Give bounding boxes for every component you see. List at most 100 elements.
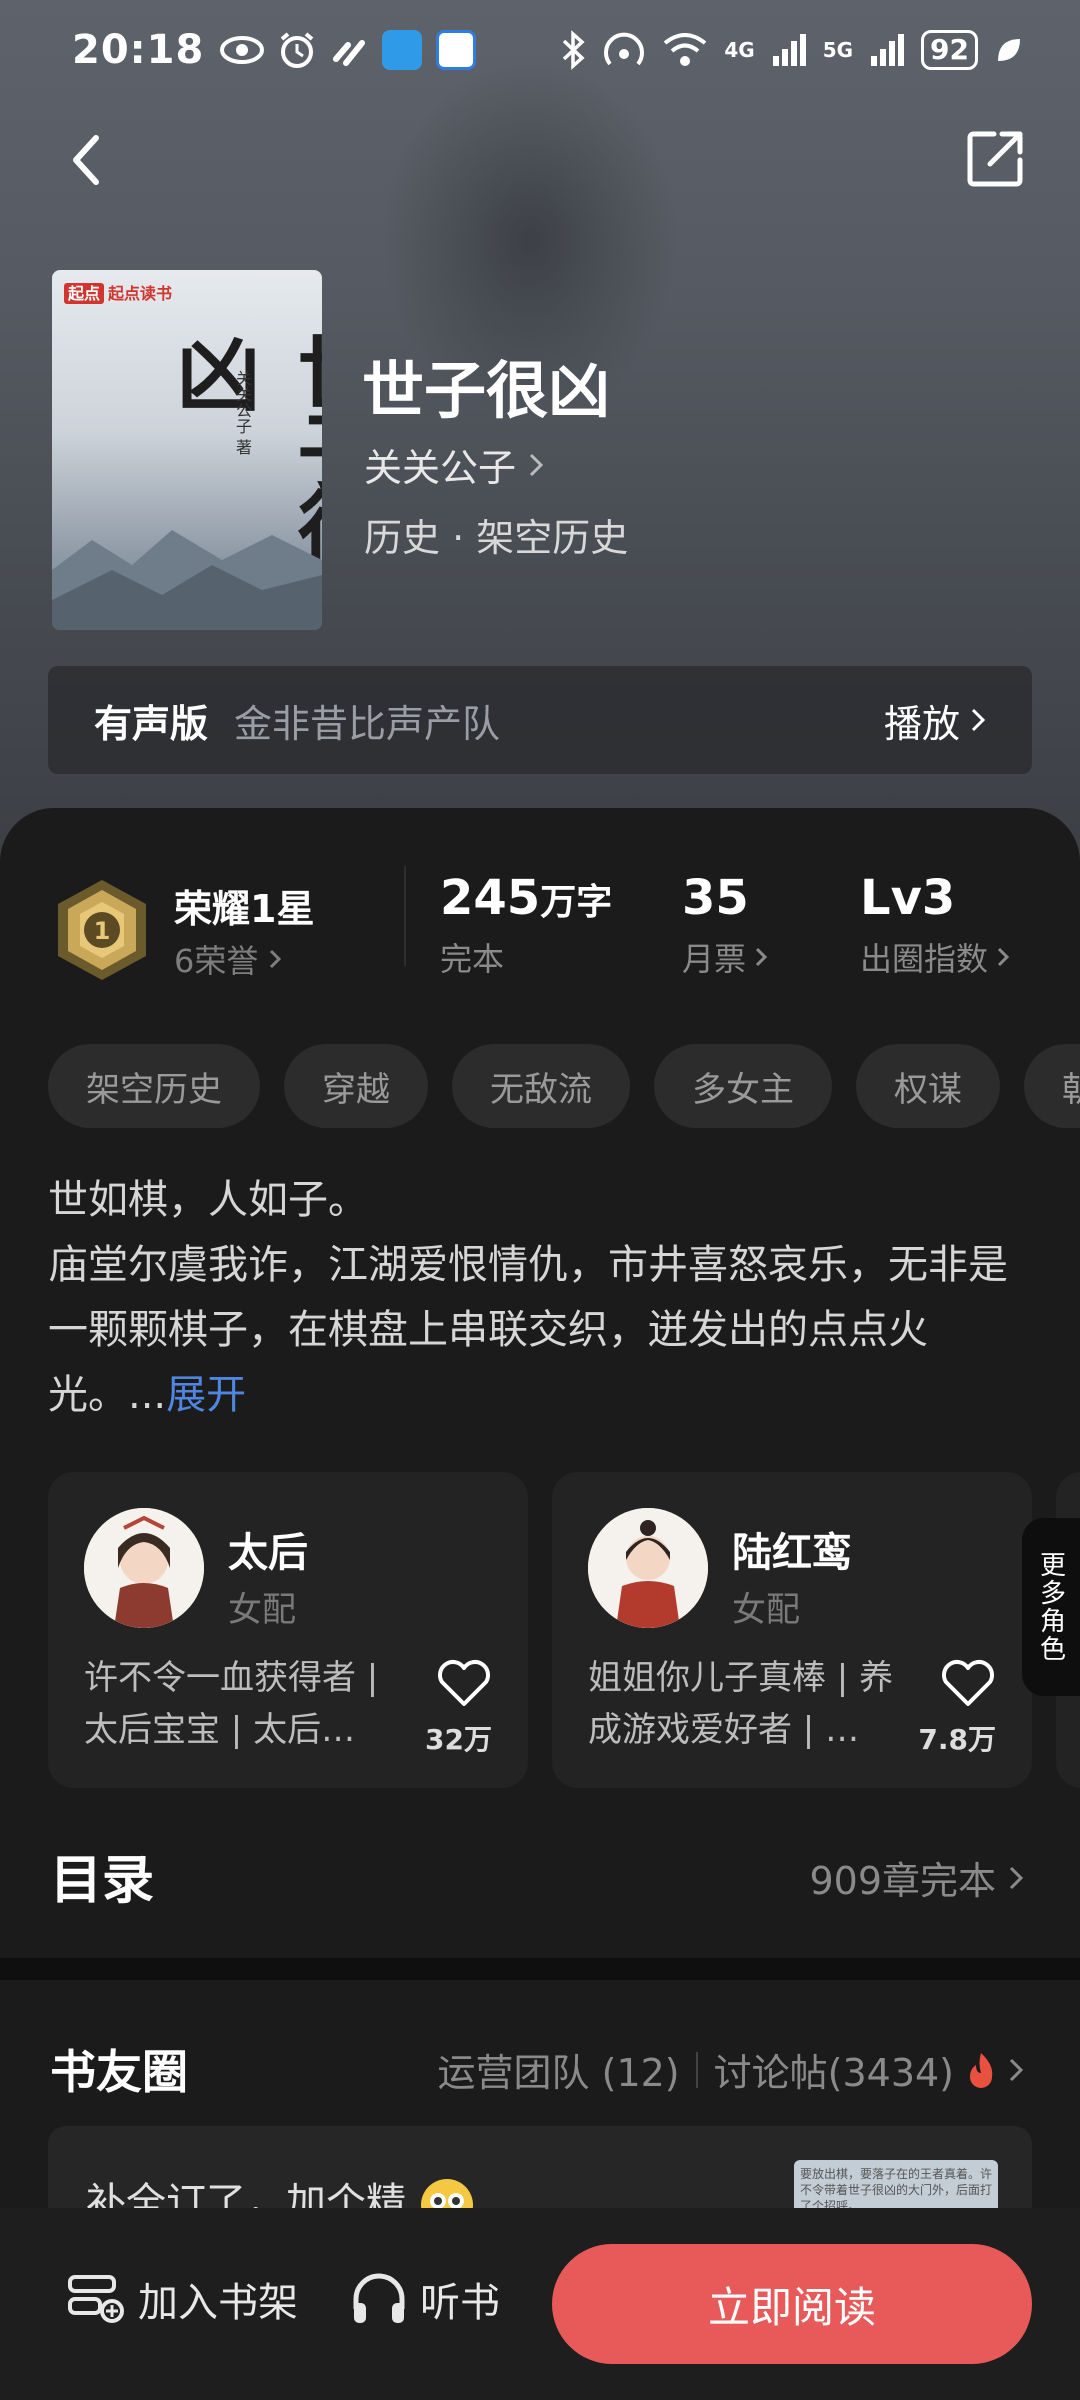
like-count: 7.8万 (918, 1723, 996, 1756)
status-left-icons (220, 30, 477, 70)
honor-sub[interactable]: 6荣誉 (174, 936, 282, 982)
tag-chip[interactable]: 无敌流 (452, 1044, 630, 1128)
fire-icon (970, 2052, 993, 2088)
signal-icon-2 (871, 34, 905, 66)
toc-title: 目录 (50, 1851, 155, 1911)
stat-monthly-tickets[interactable]: 35 月票 (682, 870, 768, 980)
chevron-right-icon (755, 947, 768, 967)
eye-icon (220, 36, 265, 64)
telecom-app-icon (436, 30, 477, 70)
chevron-right-icon (997, 947, 1010, 967)
book-author-name: 关关公子 (364, 446, 517, 490)
book-author-link[interactable]: 关关公子 (364, 437, 544, 492)
network-5g-label: 5G (822, 38, 854, 62)
intro-line-1: 世如棋，人如子。 (48, 1177, 368, 1223)
character-avatar (84, 1508, 204, 1628)
tag-chip[interactable]: 朝 (1024, 1044, 1080, 1128)
status-bar: 20:18 4G 5G 92 (0, 0, 1080, 100)
chevron-right-icon (1009, 1866, 1024, 1889)
like-count: 32万 (425, 1723, 492, 1756)
svg-text:1: 1 (94, 917, 111, 945)
headphones-icon (353, 2273, 405, 2323)
status-time: 20:18 (72, 27, 205, 73)
toc-summary-link[interactable]: 909章完本 (809, 1850, 1024, 1905)
alarm-icon (281, 32, 314, 68)
tickets-value: 35 (682, 870, 749, 926)
honor-count: 6荣誉 (174, 942, 259, 980)
bookshelf-add-icon (68, 2275, 124, 2323)
chevron-right-icon (971, 708, 986, 732)
heart-icon[interactable] (940, 1658, 996, 1708)
heart-icon[interactable] (436, 1658, 492, 1708)
expand-intro-link[interactable]: 展开 (166, 1372, 246, 1418)
table-of-contents-row[interactable]: 目录 909章完本 (0, 1820, 1080, 1920)
character-desc: 姐姐你儿子真棒 | 养成游戏爱好者 | … (588, 1658, 894, 1750)
cover-author: 关关公子 著 (233, 370, 252, 456)
add-to-shelf-button[interactable]: 加入书架 (66, 2270, 298, 2328)
stat-words: 245万字 完本 (440, 870, 612, 980)
intro-line-2: 庙堂尔虞我诈，江湖爱恨情仇，市井喜怒哀乐，无非是一颗颗棋子，在棋盘上串联交织，迸… (48, 1233, 1038, 1428)
audio-play-label: 播放 (883, 701, 960, 746)
chevron-right-icon (1009, 2058, 1024, 2081)
character-role: 女配 (732, 1590, 800, 1630)
bluetooth-icon (563, 30, 585, 70)
level-value: Lv3 (860, 870, 956, 926)
stats-divider (404, 866, 406, 966)
circle-divider (695, 2051, 698, 2088)
book-genre: 历史 · 架空历史 (364, 516, 629, 560)
section-separator (0, 1958, 1080, 1980)
tag-chip[interactable]: 穿越 (284, 1044, 428, 1128)
battery-indicator: 92 (921, 30, 978, 70)
bottom-action-bar: 加入书架 听书 立即阅读 (0, 2208, 1080, 2400)
top-navigation (0, 110, 1080, 210)
character-name: 太后 (228, 1530, 308, 1576)
tag-chip[interactable]: 多女主 (654, 1044, 832, 1128)
more-roles-button[interactable]: 更多角色 (1022, 1518, 1080, 1696)
character-avatar (588, 1508, 708, 1628)
character-card[interactable]: 太后 女配 许不令一血获得者 | 太后宝宝 | 太后… 32万 (48, 1472, 528, 1788)
back-icon[interactable] (56, 128, 120, 192)
audio-team: 金非昔比声产队 (234, 701, 501, 746)
character-desc: 许不令一血获得者 | 太后宝宝 | 太后… (84, 1658, 379, 1750)
words-unit: 万字 (540, 882, 613, 923)
cover-brand-text: 起点读书 (108, 284, 173, 303)
circle-team[interactable]: 运营团队 (12) (438, 2042, 680, 2097)
book-intro: 世如棋，人如子。 庙堂尔虞我诈，江湖爱恨情仇，市井喜怒哀乐，无非是一颗颗棋子，在… (48, 1168, 1038, 1428)
character-card[interactable]: 陆红鸾 女配 姐姐你儿子真棒 | 养成游戏爱好者 | … 7.8万 (552, 1472, 1032, 1788)
cover-brand-logo: 起点 (64, 283, 105, 304)
status-right-icons: 4G 5G 92 (560, 30, 1024, 70)
listen-label: 听书 (420, 2280, 500, 2326)
wifi-icon (664, 33, 707, 66)
hotspot-icon (604, 32, 645, 66)
audio-play-button[interactable]: 播放 (884, 693, 986, 748)
stat-level[interactable]: Lv3 出圈指数 (860, 870, 1010, 980)
share-icon[interactable] (964, 126, 1028, 190)
level-label: 出圈指数 (860, 940, 989, 978)
cover-mountain-art (52, 530, 322, 630)
network-4g-label: 4G (724, 38, 755, 62)
book-cover[interactable]: 起点起点读书 世子很凶 关关公子 著 (52, 270, 322, 630)
circle-links[interactable]: 运营团队 (12) 讨论帖(3434) (438, 2042, 1024, 2097)
chevron-right-icon (270, 949, 282, 969)
listen-button[interactable]: 听书 (350, 2270, 500, 2328)
tickets-label: 月票 (682, 940, 747, 978)
read-now-button[interactable]: 立即阅读 (552, 2244, 1032, 2364)
tag-list: 架空历史 穿越 无敌流 多女主 权谋 朝 (48, 1044, 1080, 1128)
words-label: 完本 (440, 940, 505, 978)
cover-brand: 起点 起点读书 (64, 280, 172, 304)
honor-title[interactable]: 荣耀1星 (174, 878, 314, 933)
link-icon (333, 40, 366, 66)
character-name: 陆红鸾 (732, 1530, 852, 1576)
circle-posts[interactable]: 讨论帖(3434) (714, 2042, 954, 2097)
tag-chip[interactable]: 权谋 (856, 1044, 1000, 1128)
tag-chip[interactable]: 架空历史 (48, 1044, 260, 1128)
audio-version-bar[interactable]: 有声版 金非昔比声产队 播放 (48, 666, 1032, 774)
circle-title: 书友圈 (50, 2045, 188, 2099)
book-title: 世子很凶 (362, 354, 611, 427)
character-cards: 太后 女配 许不令一血获得者 | 太后宝宝 | 太后… 32万 陆红鸾 女配 姐… (48, 1472, 1080, 1790)
leaf-icon (998, 39, 1020, 61)
signal-icon (772, 34, 806, 66)
stats-row: 1 荣耀1星 6荣誉 245万字 完本 35 月票 Lv3 出圈指数 (0, 860, 1080, 1000)
chevron-right-icon (529, 453, 544, 476)
honor-medal-icon: 1 (58, 880, 146, 980)
